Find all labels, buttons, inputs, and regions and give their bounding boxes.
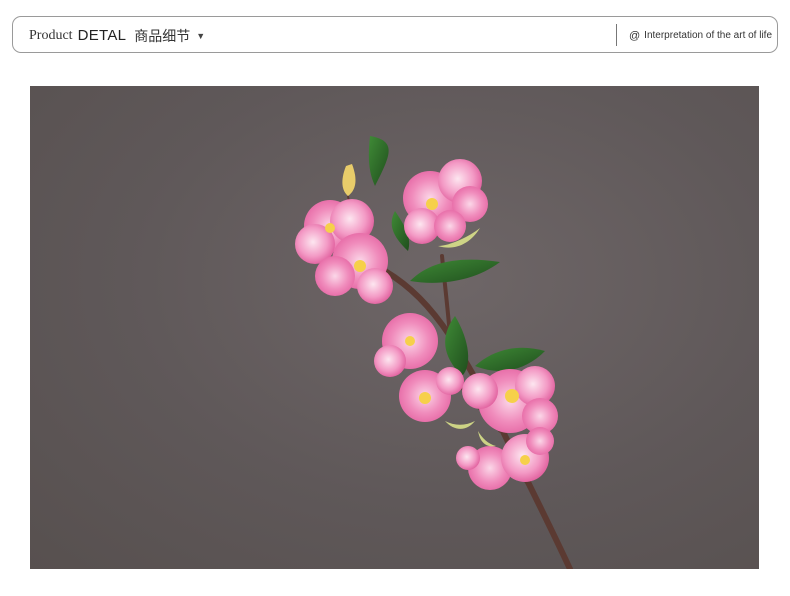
title-product-text: Product — [29, 27, 73, 43]
blossom-branch-illustration — [295, 136, 573, 569]
tagline-text: Interpretation of the art of life — [644, 30, 773, 41]
product-detail-page: Product DETAL 商品细节 ▼ @ Interpretation of… — [0, 0, 790, 596]
section-header-bar: Product DETAL 商品细节 ▼ @ Interpretation of… — [12, 16, 778, 53]
caret-down-icon: ▼ — [196, 30, 206, 41]
section-title: Product DETAL 商品细节 ▼ — [29, 17, 205, 54]
title-detal-text: DETAL — [77, 27, 127, 44]
blossom-upper-right — [403, 159, 488, 244]
product-photo — [30, 86, 759, 569]
blossom-right — [462, 366, 558, 434]
blossom-upper-left — [295, 199, 393, 304]
title-chinese-text: 商品细节 — [134, 28, 191, 45]
at-icon: @ — [629, 29, 641, 42]
header-divider — [616, 24, 617, 46]
tagline-group: @ Interpretation of the art of life — [629, 17, 772, 54]
